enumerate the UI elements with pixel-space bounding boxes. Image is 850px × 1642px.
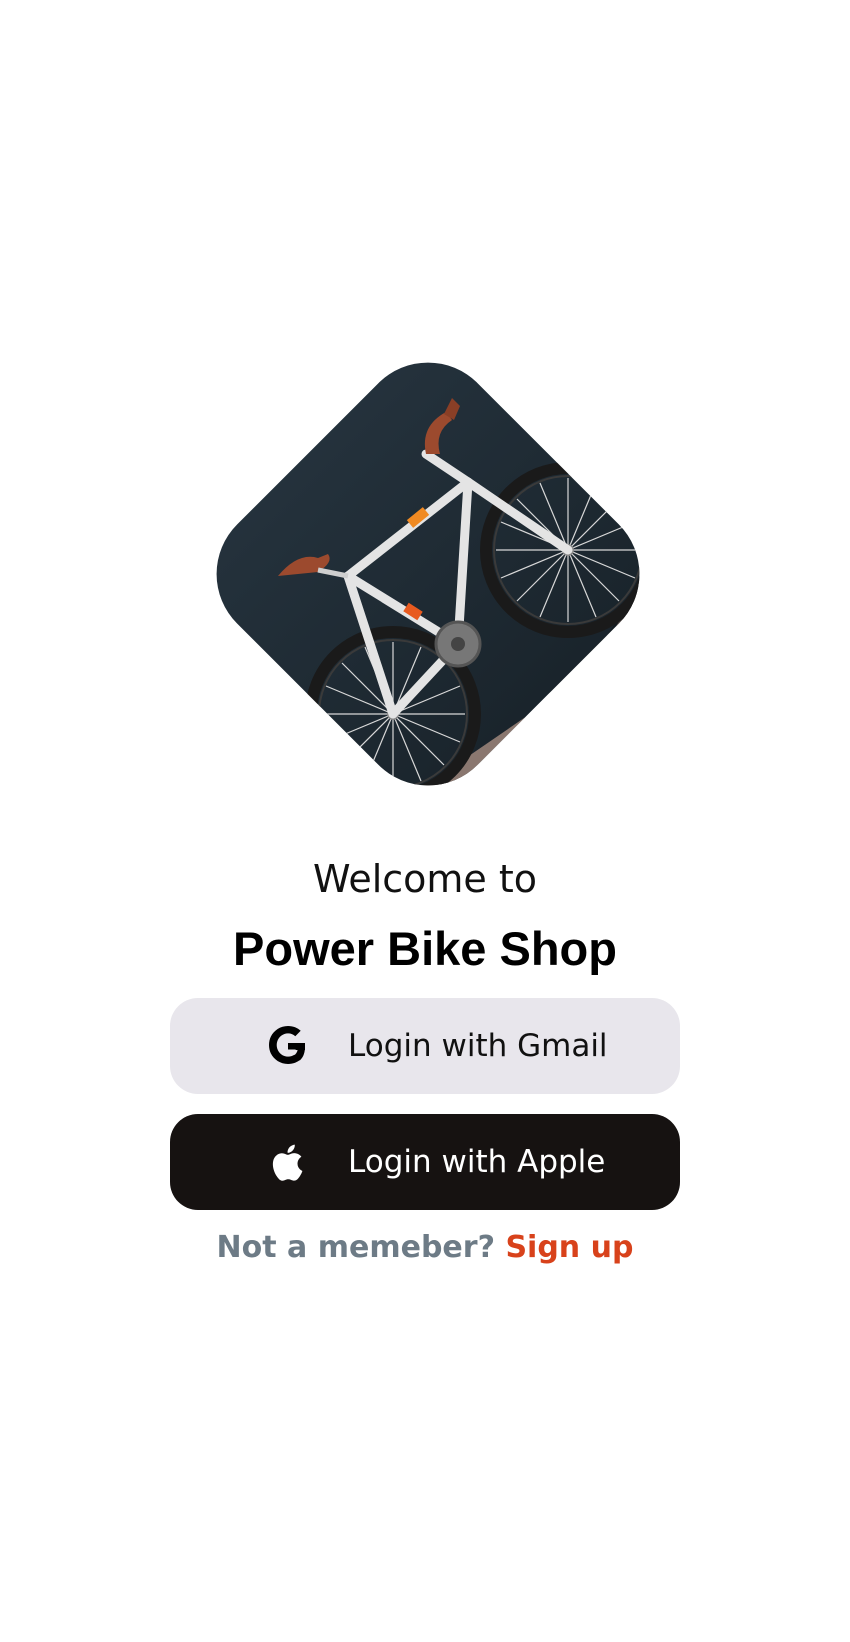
hero-bicycle-image bbox=[168, 314, 688, 834]
apple-icon bbox=[264, 1138, 312, 1186]
login-gmail-button[interactable]: Login with Gmail bbox=[170, 998, 680, 1094]
login-apple-label: Login with Apple bbox=[348, 1144, 606, 1180]
login-gmail-label: Login with Gmail bbox=[348, 1028, 608, 1064]
bicycle-image bbox=[187, 333, 669, 815]
google-icon bbox=[264, 1022, 312, 1070]
shop-title: Power Bike Shop bbox=[233, 922, 617, 975]
signup-row: Not a memeber? Sign up bbox=[0, 1228, 850, 1268]
signup-prompt: Not a memeber? bbox=[216, 1230, 495, 1265]
login-apple-button[interactable]: Login with Apple bbox=[170, 1114, 680, 1210]
signup-link[interactable]: Sign up bbox=[505, 1230, 633, 1265]
welcome-text: Welcome to bbox=[312, 857, 538, 901]
